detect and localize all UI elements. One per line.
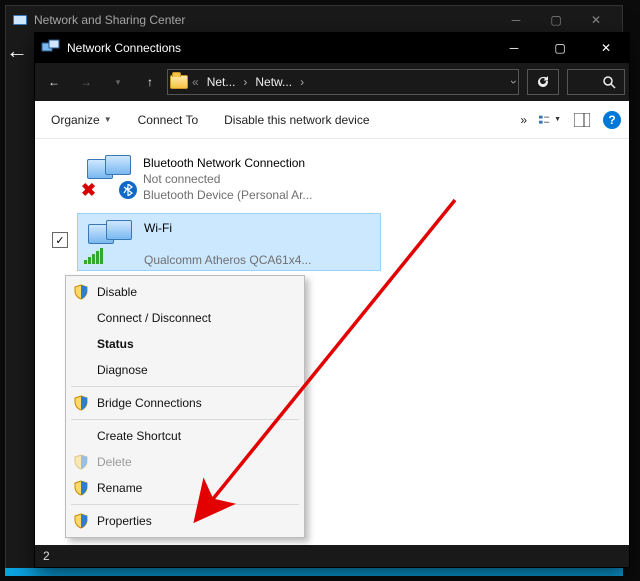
refresh-icon <box>536 75 550 89</box>
menu-label: Disable <box>97 285 137 299</box>
shield-icon <box>73 513 89 529</box>
adapter-item-bluetooth[interactable]: ✖ Bluetooth Network Connection Not conne… <box>81 151 318 207</box>
up-button[interactable]: ↑ <box>135 67 165 97</box>
shield-icon <box>73 454 89 470</box>
context-menu: Disable Connect / Disconnect Status Diag… <box>65 275 305 538</box>
menu-item-create-shortcut[interactable]: Create Shortcut <box>69 423 301 449</box>
search-icon <box>603 76 616 89</box>
connect-to-label: Connect To <box>138 113 199 127</box>
breadcrumb-1[interactable]: Net... <box>203 75 240 89</box>
adapter-checkbox[interactable]: ✓ <box>52 232 68 248</box>
bluetooth-badge-icon <box>119 181 137 199</box>
refresh-button[interactable] <box>527 69 559 95</box>
folder-icon <box>170 75 188 89</box>
view-options-button[interactable]: ▼ <box>539 109 561 131</box>
command-toolbar: Organize ▼ Connect To Disable this netwo… <box>35 101 629 139</box>
menu-label: Properties <box>97 514 152 528</box>
shield-icon <box>73 480 89 496</box>
maximize-button[interactable]: ▢ <box>537 33 583 63</box>
organize-label: Organize <box>51 113 100 127</box>
toolbar-overflow-button[interactable]: » <box>518 109 529 131</box>
adapter-device: Qualcomm Atheros QCA61x4... <box>144 252 311 268</box>
address-dropdown-icon[interactable]: › <box>507 80 521 84</box>
menu-label: Bridge Connections <box>97 396 202 410</box>
menu-item-disable[interactable]: Disable <box>69 279 301 305</box>
window-icon <box>41 38 61 58</box>
parent-close-button[interactable]: ✕ <box>576 6 616 34</box>
parent-title: Network and Sharing Center <box>34 13 496 27</box>
signal-bars-icon <box>84 248 103 264</box>
close-button[interactable]: ✕ <box>583 33 629 63</box>
shield-icon <box>73 395 89 411</box>
shield-icon <box>73 284 89 300</box>
adapter-name: Bluetooth Network Connection <box>143 155 312 171</box>
menu-item-properties[interactable]: Properties <box>69 508 301 534</box>
network-adapter-icon: ✖ <box>87 155 135 197</box>
breadcrumb-2[interactable]: Netw... <box>251 75 296 89</box>
disconnected-x-icon: ✖ <box>81 180 96 201</box>
parent-minimize-button[interactable]: ─ <box>496 6 536 34</box>
parent-maximize-button[interactable]: ▢ <box>536 6 576 34</box>
breadcrumb-prefix: « <box>192 75 199 89</box>
disable-device-button[interactable]: Disable this network device <box>216 109 377 131</box>
menu-item-delete: Delete <box>69 449 301 475</box>
forward-button[interactable]: → <box>71 67 101 97</box>
preview-pane-icon <box>574 113 590 127</box>
disable-device-label: Disable this network device <box>224 113 369 127</box>
menu-label: Connect / Disconnect <box>97 311 211 325</box>
navigation-bar: ← → ▾ ↑ « Net... › Netw... › › <box>35 63 629 101</box>
parent-titlebar: Network and Sharing Center ─ ▢ ✕ <box>6 6 622 34</box>
menu-label: Diagnose <box>97 363 148 377</box>
chevron-right-icon: › <box>243 75 247 89</box>
menu-label: Delete <box>97 455 132 469</box>
connect-to-button[interactable]: Connect To <box>130 109 207 131</box>
preview-pane-button[interactable] <box>571 109 593 131</box>
adapter-ssid-hidden <box>144 236 311 252</box>
menu-label: Rename <box>97 481 142 495</box>
adapter-list[interactable]: ✖ Bluetooth Network Connection Not conne… <box>35 139 629 545</box>
menu-separator <box>71 386 299 387</box>
menu-separator <box>71 419 299 420</box>
chevron-right-icon: › <box>300 75 304 89</box>
network-connections-window: Network Connections ─ ▢ ✕ ← → ▾ ↑ « Net.… <box>34 32 630 568</box>
minimize-button[interactable]: ─ <box>491 33 537 63</box>
search-box[interactable] <box>567 69 625 95</box>
status-bar: 2 <box>35 545 629 567</box>
network-adapter-icon <box>88 220 136 262</box>
menu-label: Status <box>97 337 134 351</box>
window-title: Network Connections <box>67 41 181 55</box>
view-icon <box>539 113 552 127</box>
menu-separator <box>71 504 299 505</box>
help-button[interactable]: ? <box>603 111 621 129</box>
menu-item-connect-disconnect[interactable]: Connect / Disconnect <box>69 305 301 331</box>
item-count: 2 <box>43 549 50 563</box>
menu-item-bridge[interactable]: Bridge Connections <box>69 390 301 416</box>
control-panel-icon <box>12 12 28 28</box>
organize-button[interactable]: Organize ▼ <box>43 109 120 131</box>
nav-back-icon: ← <box>6 38 28 64</box>
menu-item-status[interactable]: Status <box>69 331 301 357</box>
accent-bar <box>5 568 623 576</box>
adapter-name: Wi-Fi <box>144 220 311 236</box>
adapter-device: Bluetooth Device (Personal Ar... <box>143 187 312 203</box>
adapter-status: Not connected <box>143 171 312 187</box>
menu-item-diagnose[interactable]: Diagnose <box>69 357 301 383</box>
caret-down-icon: ▼ <box>554 116 561 123</box>
caret-down-icon: ▼ <box>104 115 112 124</box>
menu-label: Create Shortcut <box>97 429 181 443</box>
history-dropdown[interactable]: ▾ <box>103 67 133 97</box>
address-bar[interactable]: « Net... › Netw... › › <box>167 69 519 95</box>
menu-item-rename[interactable]: Rename <box>69 475 301 501</box>
adapter-item-wifi-selected[interactable]: ✓ Wi-Fi Qualcomm Atheros QCA61x4... <box>77 213 381 271</box>
back-button[interactable]: ← <box>39 67 69 97</box>
titlebar[interactable]: Network Connections ─ ▢ ✕ <box>35 33 629 63</box>
